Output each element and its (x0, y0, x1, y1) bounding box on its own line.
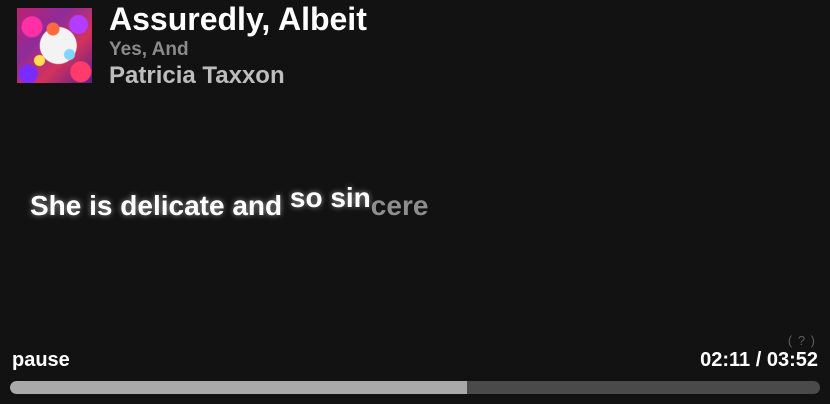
progress-fill (10, 381, 468, 394)
music-player: Assuredly, Albeit Yes, And Patricia Taxx… (0, 0, 830, 404)
lyric-upcoming-text: cere (370, 190, 429, 221)
lyric-current-word: so sin (289, 182, 371, 213)
current-lyric-line: She is delicate and so sincere (30, 182, 429, 222)
lyric-sung-text: She is delicate and (30, 190, 290, 221)
album-art (17, 8, 92, 83)
help-button[interactable]: ( ? ) (788, 333, 816, 348)
time-display: 02:11 / 03:52 (700, 349, 818, 371)
album-name: Yes, And (109, 39, 189, 60)
track-title: Assuredly, Albeit (109, 1, 367, 37)
progress-bar[interactable] (10, 381, 820, 394)
artist-name: Patricia Taxxon (109, 62, 285, 89)
pause-button[interactable]: pause (12, 349, 70, 372)
